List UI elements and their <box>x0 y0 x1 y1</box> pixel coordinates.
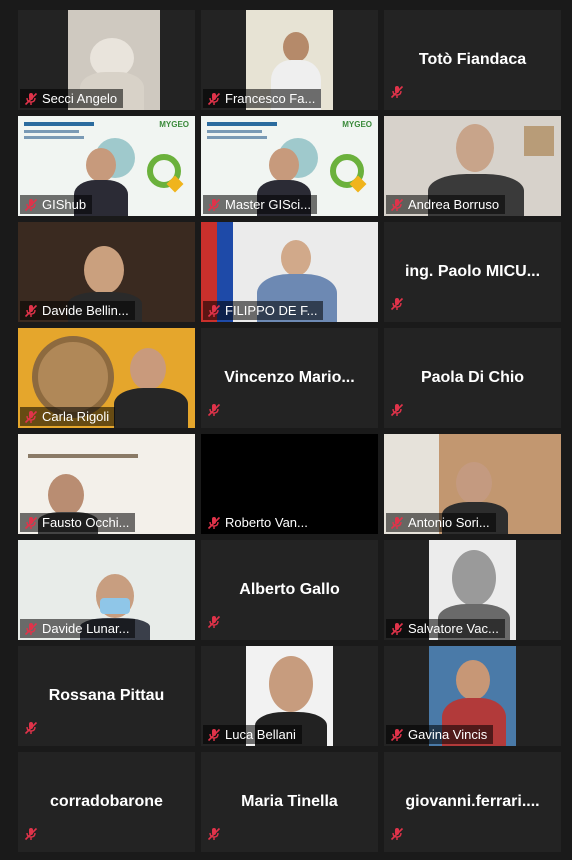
mic-muted-icon <box>207 827 221 846</box>
mic-muted-icon <box>390 622 404 636</box>
participant-name: Master GISci... <box>225 197 311 212</box>
participant-tile[interactable]: MYGEO Master GISci... <box>201 116 378 216</box>
mic-muted-icon <box>390 516 404 530</box>
participant-name: Andrea Borruso <box>408 197 500 212</box>
participant-name: FILIPPO DE F... <box>225 303 318 318</box>
participant-tile[interactable]: Fausto Occhi... <box>18 434 195 534</box>
participant-name-label: Salvatore Vac... <box>386 619 505 638</box>
participant-name: Vincenzo Mario... <box>224 369 355 386</box>
participant-name: Totò Fiandaca <box>418 51 527 68</box>
participant-tile[interactable]: Secci Angelo <box>18 10 195 110</box>
participant-name: Rossana Pittau <box>48 687 165 704</box>
participant-tile[interactable]: Paola Di Chio <box>384 328 561 428</box>
participant-name: Francesco Fa... <box>225 91 316 106</box>
mic-muted-icon <box>207 403 221 422</box>
participant-name-label: Secci Angelo <box>20 89 124 108</box>
mic-muted-icon <box>24 721 38 740</box>
mic-muted-icon <box>207 615 221 634</box>
participant-name: Davide Bellin... <box>42 303 129 318</box>
participant-tile[interactable]: giovanni.ferrari.... <box>384 752 561 852</box>
mic-muted-icon <box>390 297 404 316</box>
participant-name-label: Francesco Fa... <box>203 89 322 108</box>
mic-muted-icon <box>390 728 404 742</box>
participant-tile[interactable]: Luca Bellani <box>201 646 378 746</box>
participant-tile[interactable]: Rossana Pittau <box>18 646 195 746</box>
mic-muted-icon <box>207 92 221 106</box>
participant-name: Gavina Vincis <box>408 727 488 742</box>
participant-tile[interactable]: MYGEO GIShub <box>18 116 195 216</box>
participant-tile[interactable]: Davide Bellin... <box>18 222 195 322</box>
participant-name: corradobarone <box>50 793 163 810</box>
mic-muted-icon <box>24 516 38 530</box>
participant-name-label: Davide Lunar... <box>20 619 136 638</box>
mic-muted-icon <box>390 403 404 422</box>
participant-tile[interactable]: FILIPPO DE F... <box>201 222 378 322</box>
mic-muted-icon <box>24 827 38 846</box>
participant-name: Roberto Van... <box>225 515 308 530</box>
mic-muted-icon <box>24 304 38 318</box>
participant-tile[interactable]: Gavina Vincis <box>384 646 561 746</box>
participant-name-label: Master GISci... <box>203 195 317 214</box>
mic-muted-icon <box>207 198 221 212</box>
participant-name-label: Davide Bellin... <box>20 301 135 320</box>
mic-muted-icon <box>207 516 221 530</box>
participant-tile[interactable]: Francesco Fa... <box>201 10 378 110</box>
participant-name: Maria Tinella <box>241 793 338 810</box>
participant-name-label: Roberto Van... <box>203 513 314 532</box>
participant-name-label: Fausto Occhi... <box>20 513 136 532</box>
participant-tile[interactable]: Vincenzo Mario... <box>201 328 378 428</box>
participant-name-label: GIShub <box>20 195 93 214</box>
participant-tile[interactable]: Alberto Gallo <box>201 540 378 640</box>
participant-name: Fausto Occhi... <box>42 515 130 530</box>
participant-name: Salvatore Vac... <box>408 621 499 636</box>
participant-name: ing. Paolo MICU... <box>404 263 541 280</box>
participant-name-label: Carla Rigoli <box>20 407 116 426</box>
participant-tile[interactable]: Carla Rigoli <box>18 328 195 428</box>
participant-name: GIShub <box>42 197 87 212</box>
participant-tile[interactable]: Totò Fiandaca <box>384 10 561 110</box>
participant-tile[interactable]: Salvatore Vac... <box>384 540 561 640</box>
participant-tile[interactable]: ing. Paolo MICU... <box>384 222 561 322</box>
mic-muted-icon <box>207 304 221 318</box>
participant-name: Alberto Gallo <box>239 581 340 598</box>
participant-tile[interactable]: Antonio Sori... <box>384 434 561 534</box>
participant-name: Antonio Sori... <box>408 515 490 530</box>
participant-name: Luca Bellani <box>225 727 296 742</box>
mic-muted-icon <box>390 85 404 104</box>
participant-name-label: Andrea Borruso <box>386 195 506 214</box>
mic-muted-icon <box>24 622 38 636</box>
mic-muted-icon <box>24 410 38 424</box>
participant-grid: Secci Angelo Francesco Fa... Totò Fiandaca… <box>0 0 572 860</box>
mic-muted-icon <box>390 198 404 212</box>
participant-tile[interactable]: Roberto Van... <box>201 434 378 534</box>
mic-muted-icon <box>24 92 38 106</box>
participant-name-label: Antonio Sori... <box>386 513 496 532</box>
mic-muted-icon <box>207 728 221 742</box>
participant-name: Paola Di Chio <box>420 369 525 386</box>
participant-name-label: FILIPPO DE F... <box>203 301 324 320</box>
participant-tile[interactable]: corradobarone <box>18 752 195 852</box>
participant-name-label: Luca Bellani <box>203 725 302 744</box>
participant-tile[interactable]: Davide Lunar... <box>18 540 195 640</box>
participant-name: giovanni.ferrari.... <box>405 793 540 810</box>
participant-tile[interactable]: Maria Tinella <box>201 752 378 852</box>
mic-muted-icon <box>390 827 404 846</box>
participant-name-label: Gavina Vincis <box>386 725 494 744</box>
mic-muted-icon <box>24 198 38 212</box>
participant-name: Davide Lunar... <box>42 621 130 636</box>
participant-tile[interactable]: Andrea Borruso <box>384 116 561 216</box>
participant-name: Secci Angelo <box>42 91 118 106</box>
participant-name: Carla Rigoli <box>42 409 110 424</box>
